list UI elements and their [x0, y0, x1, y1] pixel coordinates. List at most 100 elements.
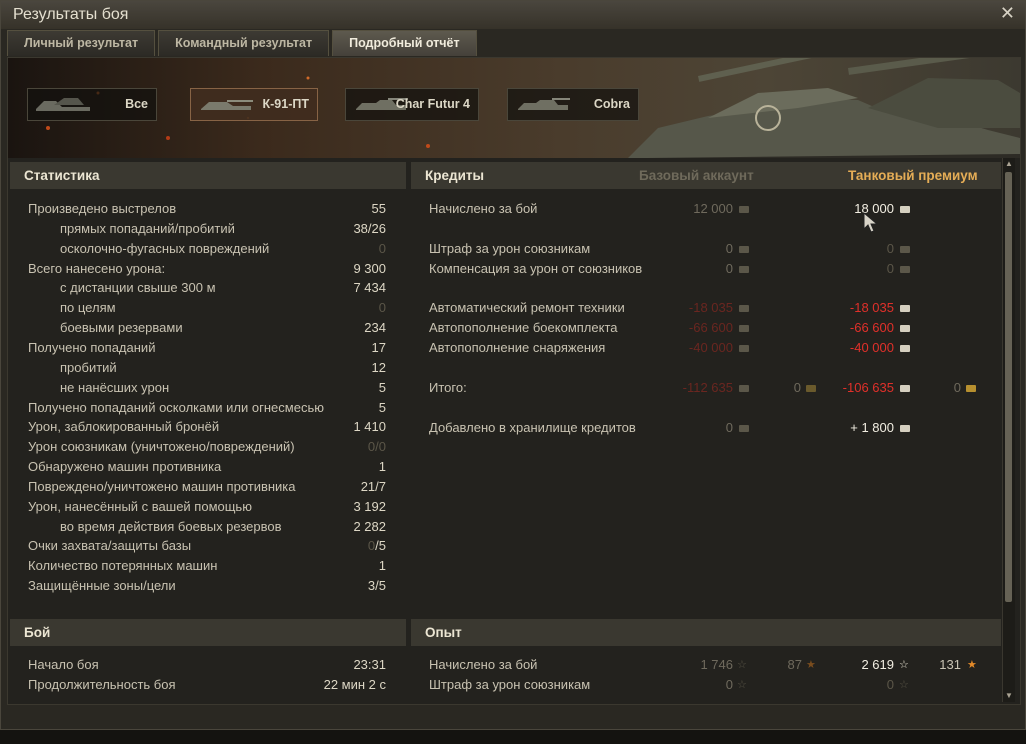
battle-results-window: Результаты боя ✕ Личный результат Командн… [0, 0, 1026, 730]
stat-value: 12 [371, 359, 386, 375]
credits-icon [900, 345, 910, 352]
credit-base-value: 0 [725, 241, 733, 256]
experience-header: Опыт [411, 619, 1001, 646]
credit-row: Автопополнение боекомплекта -66 600 -66 60… [429, 318, 989, 338]
vehicle-filter-k91pt[interactable]: К-91-ПТ [190, 88, 318, 121]
medium-tank-icon [518, 98, 570, 110]
vehicle-name: Char Futur 4 [395, 97, 470, 111]
vehicle-filter-all[interactable]: Все [27, 88, 157, 121]
battle-label: Начало боя [28, 657, 99, 672]
stat-label: во время действия боевых резервов [60, 518, 282, 534]
experience-star-icon: ☆ [899, 659, 909, 671]
experience-star-icon: ☆ [899, 679, 909, 691]
credits-icon [739, 385, 749, 392]
credit-row: Компенсация за урон от союзников 0 0 [429, 259, 989, 279]
stat-row: Всего нанесено урона: 9 300 [28, 259, 386, 279]
credits-icon [739, 206, 749, 213]
credit-label: Автопополнение боекомплекта [429, 320, 618, 335]
experience-label: Штраф за урон союзникам [429, 677, 591, 692]
stat-label: Произведено выстрелов [28, 201, 177, 216]
tab-bar: Личный результат Командный результат Подро… [7, 30, 480, 56]
mouse-cursor-icon [863, 212, 879, 233]
experience-base-value: 0 [725, 677, 733, 692]
stat-value: 5 [378, 379, 386, 395]
vehicle-filter-cobra[interactable]: Cobra [507, 88, 639, 121]
stat-value: 0 [378, 300, 386, 316]
scroll-thumb[interactable] [1005, 172, 1012, 602]
stat-label: Урон, заблокированный бронёй [28, 419, 220, 435]
credits-icon [900, 266, 910, 273]
experience-row: Штраф за урон союзникам 0 ☆ 0 ☆ [429, 675, 989, 695]
gold-icon [806, 385, 816, 392]
stat-label: Получено попаданий осколками или огнесме… [28, 399, 324, 415]
stat-row: осколочно-фугасных повреждений 0 [60, 239, 386, 259]
stat-label: Защищённые зоны/цели [28, 578, 176, 594]
credit-row: Автопополнение снаряжения -40 000 -40 000 [429, 338, 989, 358]
stat-value: 1 [378, 459, 386, 475]
stat-value: 0 [378, 240, 386, 256]
vehicle-name: Cobra [593, 97, 630, 111]
title-bar: Результаты боя ✕ [1, 1, 1025, 29]
experience-base-value: 1 746 [700, 657, 733, 672]
credit-premium-value: -40 000 [849, 340, 894, 355]
credits-icon [900, 425, 910, 432]
gold-icon [966, 385, 976, 392]
vehicle-banner: Все К-91-ПТ Char Futur 4 Cobra [8, 58, 1020, 158]
stat-row: по целям 0 [60, 298, 386, 318]
stat-label: с дистанции свыше 300 м [60, 280, 216, 296]
stat-row: с дистанции свыше 300 м 7 434 [60, 278, 386, 298]
credit-base-value: -66 600 [688, 320, 733, 335]
scroll-down-icon[interactable]: ▼ [1004, 691, 1014, 701]
gold-base-value: 0 [793, 380, 801, 395]
stat-value: 3 192 [353, 498, 386, 514]
credit-label: Автопополнение снаряжения [429, 340, 606, 355]
stat-row: Урон, заблокированный бронёй 1 410 [28, 417, 386, 437]
stat-label: Урон, нанесённый с вашей помощью [28, 498, 252, 514]
credits-header: Кредиты Базовый аккаунт Танковый премиум [411, 162, 1001, 189]
battle-value: 22 мин 2 с [323, 677, 386, 692]
battle-row: Продолжительность боя 22 мин 2 с [28, 675, 386, 695]
tab-team-result[interactable]: Командный результат [158, 30, 330, 56]
credits-icon [900, 246, 910, 253]
stat-label: Всего нанесено урона: [28, 260, 166, 276]
stat-value: 1 [378, 558, 386, 574]
vehicle-filter-char-futur-4[interactable]: Char Futur 4 [345, 88, 479, 121]
stat-row: Получено попаданий 17 [28, 338, 386, 358]
taskbar-strip [0, 730, 1026, 744]
credit-premium-value: 0 [886, 241, 894, 256]
experience-row: Начислено за бой 1 746 ☆ 2 619 ☆ 87 ★ 131 ★ [429, 655, 989, 675]
stat-row: пробитий 12 [60, 358, 386, 378]
stat-row: Урон союзникам (уничтожено/повреждений) 0… [28, 437, 386, 457]
stat-label: по целям [60, 300, 116, 316]
column-tank-premium: Танковый премиум [848, 168, 978, 183]
credit-row: Итого: -112 635 -106 635 0 0 [429, 378, 989, 398]
scroll-up-icon[interactable]: ▲ [1004, 159, 1014, 169]
stat-label: Урон союзникам (уничтожено/повреждений) [28, 439, 295, 455]
credit-premium-value: -106 635 [842, 380, 894, 395]
stat-row: Количество потерянных машин 1 [28, 556, 386, 576]
stat-row: боевыми резервами 234 [60, 318, 386, 338]
credit-premium-value: -66 600 [849, 320, 894, 335]
tab-personal-result[interactable]: Личный результат [7, 30, 156, 56]
tab-detailed-report[interactable]: Подробный отчёт [332, 30, 477, 56]
stat-row: Получено попаданий осколками или огнесме… [28, 398, 386, 418]
experience-star-icon: ☆ [737, 659, 747, 671]
experience-label: Начислено за бой [429, 657, 538, 672]
credit-base-value: 0 [725, 420, 733, 435]
free-exp-base-value: 87 [787, 657, 802, 672]
stat-row: Урон, нанесённый с вашей помощью 3 192 [28, 497, 386, 517]
credit-label: Автоматический ремонт техники [429, 300, 625, 315]
stat-value-part: /5 [375, 538, 386, 554]
credits-icon [900, 385, 910, 392]
stat-row: Защищённые зоны/цели 3/5 [28, 576, 386, 596]
stat-label: Повреждено/уничтожено машин противника [28, 478, 296, 494]
scrollbar[interactable]: ▲ ▼ [1002, 158, 1015, 702]
stat-value: 234 [364, 320, 386, 336]
credits-icon [739, 425, 749, 432]
credit-premium-value: + 1 800 [850, 420, 894, 435]
close-icon[interactable]: ✕ [1000, 3, 1015, 24]
stat-value: 55 [371, 201, 386, 216]
credit-base-value: -112 635 [682, 380, 733, 395]
battle-row: Начало боя 23:31 [28, 655, 386, 675]
credit-premium-value: -18 035 [849, 300, 894, 315]
